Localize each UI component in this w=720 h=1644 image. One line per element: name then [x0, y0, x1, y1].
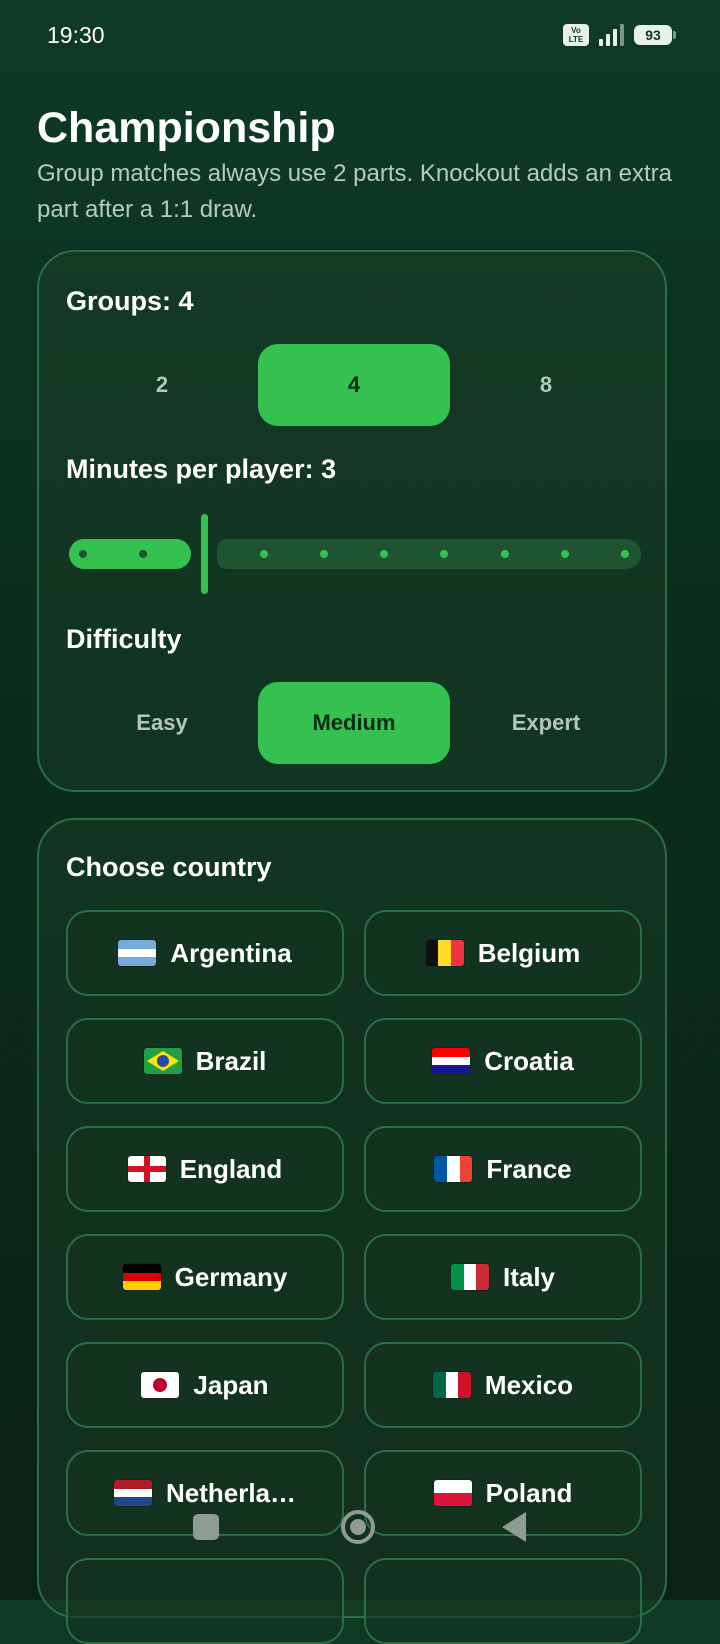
minutes-slider[interactable] [69, 514, 641, 594]
country-button-partial[interactable] [66, 1558, 344, 1644]
country-france-button[interactable]: France [364, 1126, 642, 1212]
flag-england-icon [127, 1156, 166, 1182]
battery-icon: 93 [634, 25, 676, 45]
flag-brazil-icon [143, 1048, 182, 1074]
country-belgium-button[interactable]: Belgium [364, 910, 642, 996]
flag-mexico-icon [432, 1372, 471, 1398]
recent-apps-icon[interactable] [193, 1514, 219, 1540]
country-name: Japan [193, 1369, 269, 1400]
slider-handle[interactable] [201, 514, 208, 594]
slider-tick [500, 550, 509, 558]
groups-selector: 2 4 8 [66, 344, 642, 426]
groups-label: Groups: 4 [66, 286, 194, 316]
difficulty-medium-option[interactable]: Medium [258, 682, 450, 764]
status-icons: Vo LTE 93 [563, 24, 676, 46]
home-icon[interactable] [341, 1510, 375, 1544]
back-icon[interactable] [502, 1512, 526, 1542]
difficulty-easy-option[interactable]: Easy [66, 682, 258, 764]
slider-tick [259, 550, 268, 558]
choose-country-label: Choose country [66, 852, 272, 882]
flag-croatia-icon [432, 1048, 471, 1074]
flag-argentina-icon [118, 940, 157, 966]
difficulty-selector: Easy Medium Expert [66, 682, 642, 764]
groups-option-8[interactable]: 8 [450, 344, 642, 426]
country-name: Mexico [484, 1369, 574, 1400]
minutes-label: Minutes per player: 3 [66, 454, 337, 484]
country-name: Germany [174, 1261, 288, 1292]
country-mexico-button[interactable]: Mexico [364, 1342, 642, 1428]
country-name: Croatia [484, 1045, 574, 1076]
country-italy-button[interactable]: Italy [364, 1234, 642, 1320]
country-croatia-button[interactable]: Croatia [364, 1018, 642, 1104]
slider-tick [319, 550, 328, 558]
country-england-button[interactable]: England [66, 1126, 344, 1212]
slider-tick [621, 550, 629, 558]
settings-card: Groups: 4 2 4 8 Minutes per player: 3 Di… [37, 250, 667, 792]
country-name: Brazil [195, 1045, 267, 1076]
country-name: Belgium [477, 937, 581, 968]
slider-tick [79, 550, 87, 558]
difficulty-label: Difficulty [66, 624, 182, 654]
navigation-bar [0, 1490, 720, 1570]
volte-icon: Vo LTE [563, 24, 589, 46]
slider-active-track [69, 539, 191, 569]
country-button-partial[interactable] [364, 1558, 642, 1644]
slider-inactive-track [217, 539, 641, 569]
country-argentina-button[interactable]: Argentina [66, 910, 344, 996]
flag-italy-icon [450, 1264, 489, 1290]
country-brazil-button[interactable]: Brazil [66, 1018, 344, 1104]
flag-france-icon [434, 1156, 473, 1182]
country-germany-button[interactable]: Germany [66, 1234, 344, 1320]
difficulty-expert-option[interactable]: Expert [450, 682, 642, 764]
status-bar: 19:30 Vo LTE 93 [0, 0, 720, 72]
country-name: France [486, 1153, 572, 1184]
flag-belgium-icon [425, 940, 464, 966]
country-name: Argentina [170, 937, 292, 968]
flag-japan-icon [141, 1372, 180, 1398]
status-time: 19:30 [47, 22, 105, 48]
page-title: Championship [37, 104, 336, 152]
country-name: England [179, 1153, 283, 1184]
groups-option-4[interactable]: 4 [258, 344, 450, 426]
signal-icon [599, 24, 624, 46]
country-name: Italy [502, 1261, 556, 1292]
page-subtitle: Group matches always use 2 parts. Knocko… [37, 160, 673, 223]
country-japan-button[interactable]: Japan [66, 1342, 344, 1428]
slider-tick [560, 550, 569, 558]
flag-germany-icon [122, 1264, 161, 1290]
groups-option-2[interactable]: 2 [66, 344, 258, 426]
